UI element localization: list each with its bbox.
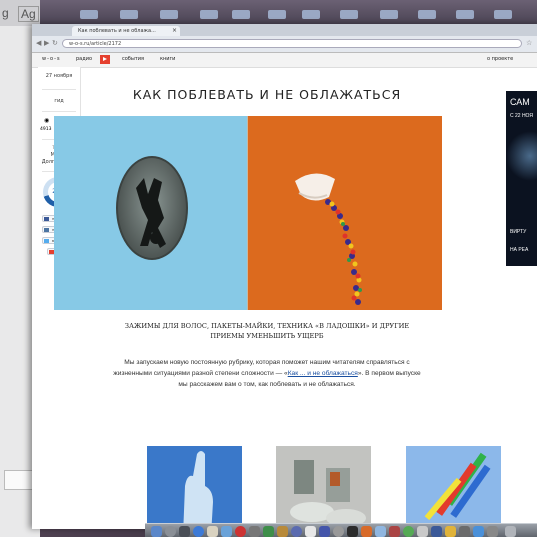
hero-divider xyxy=(247,116,248,310)
app-icon[interactable] xyxy=(347,526,358,537)
app-icon[interactable] xyxy=(305,526,316,537)
ad-banner[interactable]: САМ С 22 НОЯ ВИРТУ НА РЕА xyxy=(506,91,537,266)
folder-icon[interactable] xyxy=(302,10,320,19)
mail-icon[interactable] xyxy=(207,526,218,537)
app-icon[interactable] xyxy=(277,526,288,537)
folder-icon[interactable] xyxy=(340,10,358,19)
article-lead: Мы запускаем новую постоянную рубрику, к… xyxy=(112,357,422,390)
app-icon[interactable] xyxy=(235,526,246,537)
ad-headline: САМ xyxy=(510,97,530,107)
app-icon[interactable] xyxy=(263,526,274,537)
app-icon[interactable] xyxy=(249,526,260,537)
article-type[interactable]: гид xyxy=(38,98,80,104)
divider xyxy=(42,111,76,112)
ad-date: С 22 НОЯ xyxy=(510,113,533,119)
folder-icon[interactable] xyxy=(494,10,512,19)
candy-stream xyxy=(325,199,362,305)
hair-clips-image xyxy=(406,446,501,529)
play-icon[interactable] xyxy=(100,55,110,64)
divider xyxy=(42,89,76,90)
views-count: 4913 xyxy=(40,127,52,132)
address-toolbar: ◀ ▶ ↻ w-o-s.ru/article/2172 ☆ xyxy=(32,36,537,53)
tab-bar: Как поблевать и не облажа... × xyxy=(32,24,537,36)
ad-text: НА РЕА xyxy=(510,247,529,253)
folder-icon[interactable] xyxy=(80,10,98,19)
desktop-folders-strip xyxy=(40,0,537,24)
app-icon[interactable] xyxy=(389,526,400,537)
dock xyxy=(145,523,537,537)
address-bar[interactable]: w-o-s.ru/article/2172 xyxy=(62,39,522,48)
hero-image-right xyxy=(248,116,442,310)
app-icon[interactable] xyxy=(319,526,330,537)
folder-icon[interactable] xyxy=(160,10,178,19)
app-icon[interactable] xyxy=(375,526,386,537)
folder-icon[interactable] xyxy=(200,10,218,19)
oval-portrait xyxy=(116,156,188,260)
folder-icon[interactable] xyxy=(418,10,436,19)
finder-icon[interactable] xyxy=(151,526,162,537)
folder-icon[interactable] xyxy=(268,10,286,19)
article-date: 27 ноября xyxy=(45,73,73,79)
reload-icon[interactable]: ↻ xyxy=(52,39,58,47)
nav-item-radio[interactable]: радио xyxy=(76,56,92,62)
app-icon[interactable] xyxy=(487,526,498,537)
back-icon[interactable]: ◀ xyxy=(36,39,41,47)
ad-face-image xyxy=(506,131,537,181)
folder-icon[interactable] xyxy=(232,10,250,19)
site-navigation: w-o-s радио события книги xyxy=(32,53,537,68)
app-icon[interactable] xyxy=(459,526,470,537)
star-icon[interactable]: ☆ xyxy=(526,39,532,47)
forward-icon[interactable]: ▶ xyxy=(44,39,49,47)
thumbnail-3[interactable] xyxy=(406,446,501,529)
folder-icon[interactable] xyxy=(120,10,138,19)
app-icon[interactable] xyxy=(179,526,190,537)
browser-tab[interactable]: Как поблевать и не облажа... × xyxy=(72,26,180,36)
eye-icon: ◉ xyxy=(44,117,50,124)
thumbnail-1[interactable] xyxy=(147,446,242,529)
app-icon[interactable] xyxy=(221,526,232,537)
nav-item-books[interactable]: книги xyxy=(160,56,175,62)
app-icon[interactable] xyxy=(403,526,414,537)
app-icon[interactable] xyxy=(417,526,428,537)
app-icon[interactable] xyxy=(291,526,302,537)
background-window-toolbar: g Ag xyxy=(0,0,40,26)
figure-icon xyxy=(136,178,166,248)
hand-image xyxy=(147,446,242,529)
app-icon[interactable] xyxy=(333,526,344,537)
hero-image-left xyxy=(54,116,248,310)
site-logo[interactable]: w-o-s xyxy=(42,56,61,62)
vk-icon xyxy=(44,228,49,232)
nav-item-about[interactable]: о проекте xyxy=(487,56,513,62)
app-icon[interactable] xyxy=(361,526,372,537)
trash-icon[interactable] xyxy=(505,526,516,537)
rubric-link[interactable]: Как ... и не облажаться xyxy=(288,370,358,377)
safari-icon[interactable] xyxy=(193,526,204,537)
dashboard-icon[interactable] xyxy=(165,526,176,537)
nav-item-events[interactable]: события xyxy=(122,56,144,62)
thumbnail-2[interactable] xyxy=(276,446,371,529)
browser-window: Как поблевать и не облажа... × ◀ ▶ ↻ w-o… xyxy=(32,24,537,529)
tab-title: Как поблевать и не облажа... xyxy=(78,28,156,34)
desktop: g Ag Как поблевать и не облажа... × ◀ ▶ … xyxy=(0,0,537,537)
appliances-image xyxy=(276,446,371,529)
app-icon[interactable] xyxy=(445,526,456,537)
close-icon[interactable]: × xyxy=(172,26,177,36)
article-subtitle: ЗАЖИМЫ ДЛЯ ВОЛОС, ПАКЕТЫ-МАЙКИ, ТЕХНИКА … xyxy=(124,322,410,340)
ad-text: ВИРТУ xyxy=(510,229,527,235)
background-toolbar-text: g xyxy=(2,6,9,20)
folder-icon[interactable] xyxy=(456,10,474,19)
app-icon[interactable] xyxy=(473,526,484,537)
twitter-icon xyxy=(44,239,49,243)
article-title: КАК ПОБЛЕВАТЬ И НЕ ОБЛАЖАТЬСЯ xyxy=(132,87,402,102)
background-toolbar-button[interactable]: Ag xyxy=(18,6,39,22)
folder-icon[interactable] xyxy=(380,10,398,19)
facebook-icon xyxy=(44,217,49,221)
app-icon[interactable] xyxy=(431,526,442,537)
